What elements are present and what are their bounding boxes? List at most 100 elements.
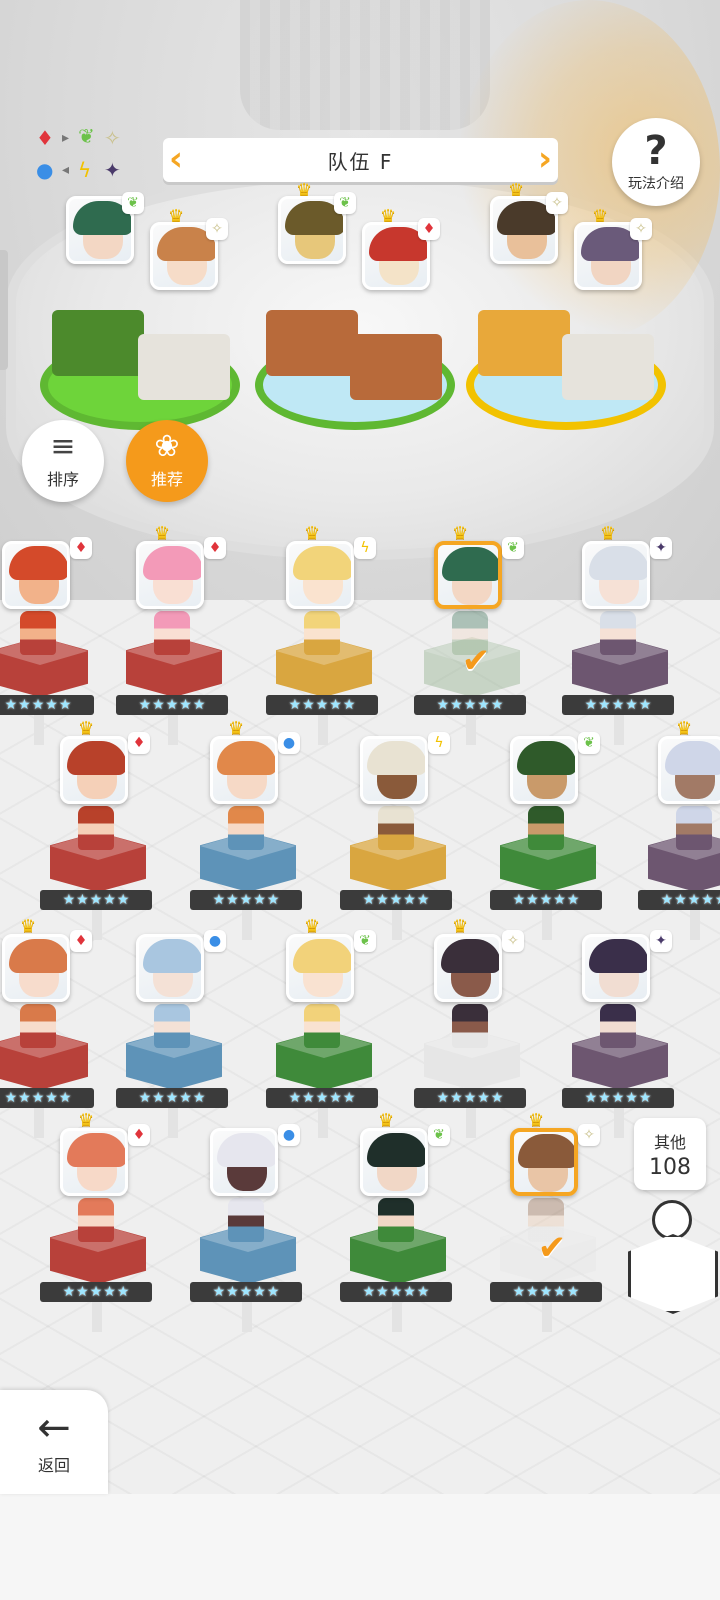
star-icon: ★ xyxy=(18,1090,31,1106)
team-title: 队伍 F xyxy=(327,149,394,174)
hero-card[interactable]: ★ ★ ★ ★ ★ ● xyxy=(190,1112,310,1332)
hero-sprite xyxy=(78,806,114,850)
star-icon: ★ xyxy=(512,1284,526,1300)
star-icon: ★ xyxy=(389,892,403,908)
star-icon: ★ xyxy=(342,1090,356,1106)
hero-card[interactable]: ★ ★ ★ ★ ★ ♛ ϟ xyxy=(266,525,386,745)
portrait-hair xyxy=(442,547,498,581)
star-rating: ★★★★★ xyxy=(40,890,152,910)
portrait-hair xyxy=(589,939,647,973)
star-icon: ★ xyxy=(4,697,18,713)
star-icon: ★ xyxy=(192,1090,206,1106)
team-block xyxy=(138,334,230,400)
hero-card[interactable]: ★ ★ ★ ★ ★ ϟ xyxy=(340,720,460,940)
star-icon: ★ xyxy=(362,892,376,908)
portrait-hair xyxy=(665,741,720,775)
leaf-element-icon: ❦ xyxy=(122,192,144,214)
star-icon: ★ xyxy=(165,1090,179,1106)
pedestal-stem xyxy=(466,1108,476,1138)
hero-card[interactable]: ★ ★ ★ ★ ★ ♛ ♦ xyxy=(0,918,102,1138)
back-button[interactable]: ← 返回 xyxy=(0,1390,108,1494)
recommend-button[interactable]: ❀ 推荐 xyxy=(126,420,208,502)
pedestal-stem xyxy=(466,715,476,745)
star-icon: ★ xyxy=(18,697,31,713)
hero-card[interactable]: ★ ★ ★ ★ ★ ♛ ♦ xyxy=(40,1112,160,1332)
leaf-element-icon: ❦ xyxy=(578,732,600,754)
team-slot-5[interactable]: ♛ ✧ xyxy=(490,182,568,264)
hero-portrait xyxy=(2,934,70,1002)
hero-card[interactable]: ★★★★★♛✦ xyxy=(562,525,682,745)
hero-card[interactable]: ★ ★ ★ ★ ★ ♦ xyxy=(0,525,102,745)
hero-card[interactable]: ★ ★ ★ ★ ★ ♛ ❦ xyxy=(340,1112,460,1332)
empty-hero-placeholder[interactable] xyxy=(626,1200,720,1320)
team-selector: ‹ 队伍 F › xyxy=(163,138,558,182)
hero-sprite xyxy=(20,1004,56,1048)
team-slot-3[interactable]: ♛ ❦ xyxy=(278,182,356,264)
hero-card[interactable]: ★ ★ ★ ★ ★ ♛ ♦ xyxy=(116,525,236,745)
star-rating: ★★★★★ xyxy=(562,1088,674,1108)
thunder-element-icon: ϟ xyxy=(354,537,376,559)
hero-card[interactable]: ★ ★ ★ ★ ★ ♛ ❦ xyxy=(266,918,386,1138)
star-icon: ★ xyxy=(539,892,553,908)
team-slot-1[interactable]: ❦ xyxy=(66,186,144,264)
sort-button[interactable]: ≡ 排序 xyxy=(22,420,104,502)
star-rating: ★★★★★ xyxy=(340,1282,452,1302)
help-button[interactable]: ? 玩法介绍 xyxy=(612,118,700,206)
star-rating: ★★★★★ xyxy=(638,890,720,910)
pedestal-stem xyxy=(168,1108,178,1138)
star-icon: ★ xyxy=(687,892,701,908)
sort-label: 排序 xyxy=(46,470,79,489)
star-rating: ★★★★★ xyxy=(40,1282,152,1302)
recommend-label: 推荐 xyxy=(150,470,183,489)
pedestal-stem xyxy=(392,910,402,940)
star-icon: ★ xyxy=(103,892,116,908)
star-icon: ★ xyxy=(389,1284,403,1300)
pedestal-stem xyxy=(614,715,624,745)
light-element-icon: ✧ xyxy=(206,218,228,240)
others-button[interactable]: 其他 108 xyxy=(634,1118,706,1190)
leaf-element-icon: ❦ xyxy=(354,930,376,952)
portrait-hair xyxy=(143,939,201,973)
star-icon: ★ xyxy=(138,1090,152,1106)
hero-portrait xyxy=(510,736,578,804)
hero-card[interactable]: ★ ★ ★ ★ ★ ♛ ● xyxy=(190,720,310,940)
hero-portrait xyxy=(2,541,70,609)
prev-team-button[interactable]: ‹ xyxy=(165,142,187,176)
star-icon: ★ xyxy=(584,1090,598,1106)
star-icon: ★ xyxy=(31,1090,45,1106)
star-icon: ★ xyxy=(625,697,638,713)
team-slot-6[interactable]: ♛ ✧ xyxy=(574,208,652,290)
light-element-icon: ✧ xyxy=(578,1124,600,1146)
hero-card[interactable]: ★ ★ ★ ★ ★ ♛ ♦ xyxy=(40,720,160,940)
star-icon: ★ xyxy=(715,892,720,908)
help-label: 玩法介绍 xyxy=(628,176,684,192)
hero-sprite xyxy=(528,806,564,850)
hero-card[interactable]: ★ ★ ★ ★ ★ ♛ ❦ ✔ xyxy=(414,525,534,745)
hero-portrait xyxy=(360,1128,428,1196)
arrow-icon: ▸ xyxy=(62,130,70,146)
bottom-bar xyxy=(0,1494,720,1600)
star-rating: ★★★★★ xyxy=(0,695,94,715)
hero-card[interactable]: ★ ★ ★ ★ ★ ♛ ✧ ✔ xyxy=(490,1112,610,1332)
hero-card[interactable]: ★★★★★♛✦ xyxy=(638,720,720,940)
team-slot-4[interactable]: ♛ ♦ xyxy=(362,208,440,290)
portrait-hair xyxy=(67,1133,125,1167)
team-block xyxy=(478,310,570,376)
hero-card[interactable]: ★ ★ ★ ★ ★ ✦ xyxy=(562,918,682,1138)
star-icon: ★ xyxy=(253,1284,266,1300)
star-icon: ★ xyxy=(477,1090,490,1106)
leaf-element-icon: ❦ xyxy=(78,124,95,148)
water-element-icon: ● xyxy=(278,1124,300,1146)
star-icon: ★ xyxy=(329,697,342,713)
star-icon: ★ xyxy=(76,892,89,908)
hero-card[interactable]: ★ ★ ★ ★ ★ ❦ xyxy=(490,720,610,940)
hero-card[interactable]: ★ ★ ★ ★ ★ ♛ ✧ xyxy=(414,918,534,1138)
next-team-button[interactable]: › xyxy=(534,142,556,176)
hero-card[interactable]: ★ ★ ★ ★ ★ ● xyxy=(116,918,236,1138)
team-slot-2[interactable]: ♛ ✧ xyxy=(150,208,228,290)
star-icon: ★ xyxy=(436,1090,450,1106)
star-icon: ★ xyxy=(76,1284,89,1300)
team-block xyxy=(350,334,442,400)
star-icon: ★ xyxy=(45,697,58,713)
star-icon: ★ xyxy=(463,1090,477,1106)
